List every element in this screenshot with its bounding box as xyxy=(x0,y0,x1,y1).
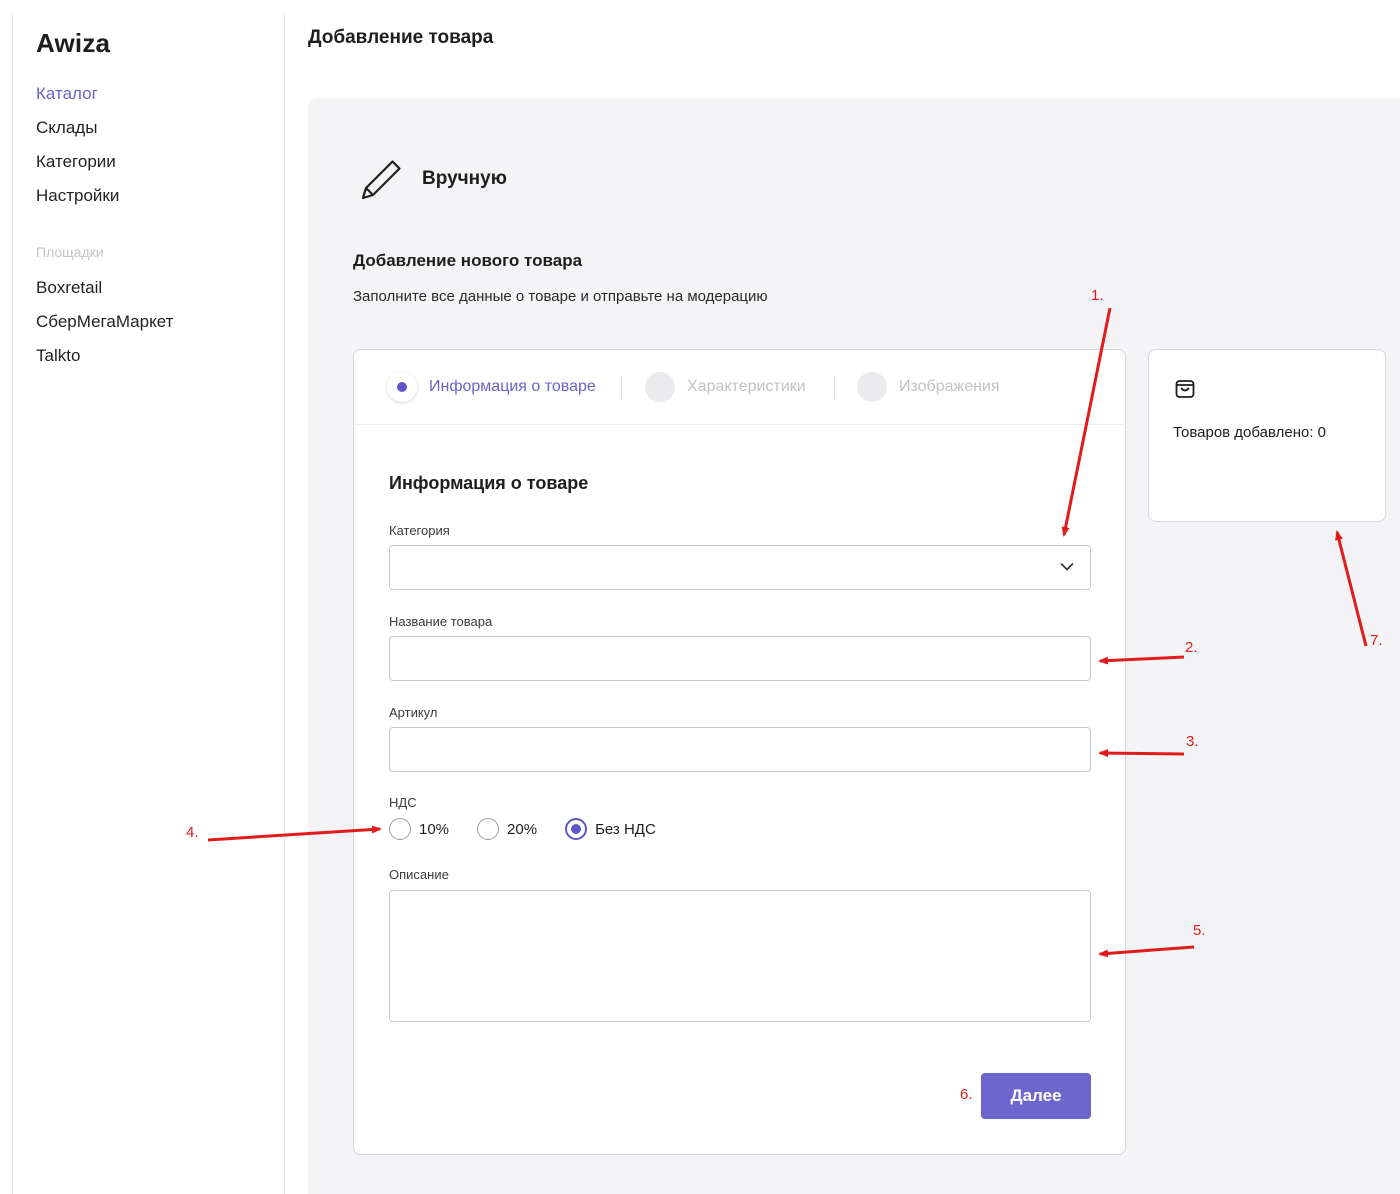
radio-label: 20% xyxy=(507,820,538,838)
sidebar-item-categories[interactable]: Категории xyxy=(36,150,119,184)
product-name-label: Название товара xyxy=(389,614,493,629)
sidebar-item-catalog[interactable]: Каталог xyxy=(36,82,119,116)
sidebar-section-marketplaces: Площадки xyxy=(36,244,104,260)
annotation-number: 6. xyxy=(960,1086,973,1103)
radio-checked-icon[interactable] xyxy=(565,818,588,840)
sidebar-item-warehouses[interactable]: Склады xyxy=(36,116,119,150)
radio-unchecked-icon[interactable] xyxy=(389,818,411,840)
vat-option-20[interactable]: 20% xyxy=(477,818,537,840)
sidebar-item-settings[interactable]: Настройки xyxy=(36,184,119,218)
product-name-field[interactable] xyxy=(389,636,1091,681)
sidebar-nav: Каталог Склады Категории Настройки xyxy=(36,82,119,218)
annotation-number: 3. xyxy=(1186,733,1199,750)
step-indicator-icon xyxy=(857,372,887,402)
sidebar-item-boxretail[interactable]: Boxretail xyxy=(36,276,173,310)
annotation-number: 1. xyxy=(1091,287,1104,304)
added-products-card: Товаров добавлено: 0 xyxy=(1148,349,1386,522)
step-indicator-icon xyxy=(645,372,675,402)
description-textarea[interactable] xyxy=(390,891,1090,1021)
form-title: Информация о товаре xyxy=(389,473,589,493)
marketplaces-nav: Boxretail СберМегаМаркет Talkto xyxy=(36,276,173,378)
step-images[interactable]: Изображения xyxy=(857,372,1000,402)
next-button[interactable]: Далее xyxy=(981,1073,1091,1119)
app-logo[interactable]: Awiza xyxy=(36,28,110,59)
vat-label: НДС xyxy=(389,795,417,810)
page-title: Добавление товара xyxy=(308,27,494,48)
section-title: Добавление нового товара xyxy=(353,251,583,270)
mode-label: Вручную xyxy=(422,168,507,189)
sidebar-item-sbermegamarket[interactable]: СберМегаМаркет xyxy=(36,310,173,344)
radio-label: 10% xyxy=(419,820,450,838)
section-subtitle: Заполните все данные о товаре и отправьт… xyxy=(353,288,768,305)
sidebar: Awiza Каталог Склады Категории Настройки… xyxy=(12,12,285,1194)
sidebar-item-talkto[interactable]: Talkto xyxy=(36,344,173,378)
products-added-count: Товаров добавлено: 0 xyxy=(1173,424,1327,441)
annotation-number: 4. xyxy=(186,824,199,841)
chevron-down-icon xyxy=(1060,563,1074,571)
category-select[interactable] xyxy=(389,545,1091,590)
annotation-number: 5. xyxy=(1193,922,1206,939)
product-name-input[interactable] xyxy=(390,637,1090,680)
step-label: Характеристики xyxy=(687,378,806,395)
annotation-number: 7. xyxy=(1370,632,1383,649)
shopping-bag-icon xyxy=(1175,380,1195,398)
step-product-info[interactable]: Информация о товаре xyxy=(387,372,596,402)
product-form-card: Информация о товаре Характеристики Изобр… xyxy=(353,349,1126,1155)
radio-label: Без НДС xyxy=(595,820,656,838)
category-label: Категория xyxy=(389,523,450,538)
annotation-number: 2. xyxy=(1185,639,1198,656)
step-divider xyxy=(621,376,622,398)
sku-field[interactable] xyxy=(389,727,1091,772)
step-label: Информация о товаре xyxy=(429,378,596,395)
step-divider xyxy=(834,376,835,398)
vat-option-none[interactable]: Без НДС xyxy=(565,818,656,840)
vat-radio-group: 10% 20% Без НДС xyxy=(389,817,684,841)
sku-label: Артикул xyxy=(389,705,438,720)
radio-unchecked-icon[interactable] xyxy=(477,818,500,840)
description-label: Описание xyxy=(389,867,449,882)
pencil-icon xyxy=(361,160,401,200)
vat-option-10[interactable]: 10% xyxy=(389,818,449,840)
step-characteristics[interactable]: Характеристики xyxy=(645,372,806,402)
step-label: Изображения xyxy=(899,378,1000,395)
sku-input[interactable] xyxy=(390,728,1090,771)
step-indicator-icon xyxy=(387,372,417,402)
description-field[interactable] xyxy=(389,890,1091,1022)
stepper: Информация о товаре Характеристики Изобр… xyxy=(354,350,1125,425)
